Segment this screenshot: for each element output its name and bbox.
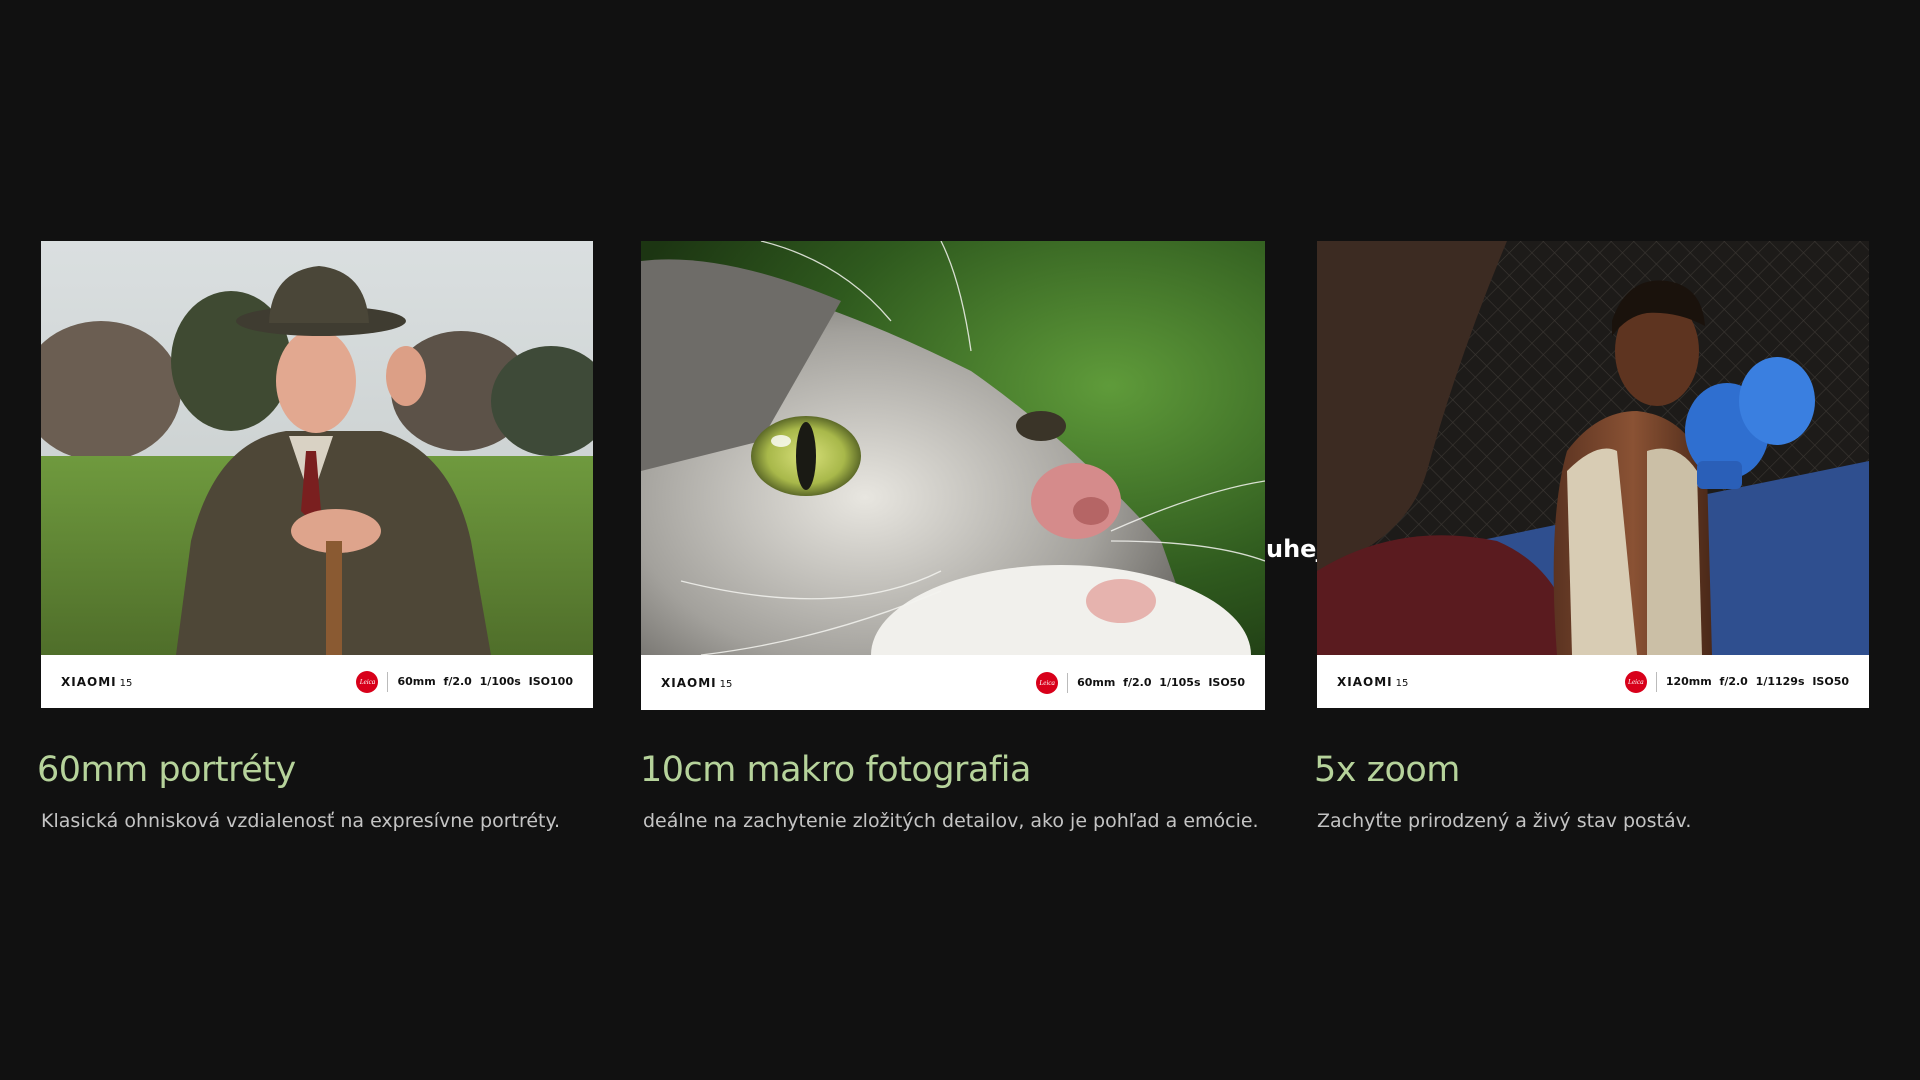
exif-divider (387, 671, 389, 692)
exif-divider (1655, 671, 1657, 692)
camera-brand: XIAOMI 15 (661, 675, 733, 690)
feature-heading-macro: 10cm makro fotografia (640, 750, 1031, 790)
feature-description-portrait: Klasická ohnisková vzdialenosť na expres… (41, 810, 561, 832)
camera-settings: 60mm f/2.0 1/105s ISO50 (1077, 676, 1245, 689)
leica-logo-icon: Leica (1624, 670, 1647, 693)
camera-settings: 60mm f/2.0 1/100s ISO100 (397, 675, 573, 688)
exif-divider (1067, 672, 1069, 693)
exif-bar: XIAOMI 15 Leica 60mm f/2.0 1/100s ISO100 (41, 655, 593, 708)
photo-card-zoom: XIAOMI 15 Leica 120mm f/2.0 1/1129s ISO50 (1317, 241, 1869, 708)
zoom-photo (1317, 241, 1869, 655)
leica-logo-icon: Leica (1036, 671, 1059, 694)
feature-heading-zoom: 5x zoom (1314, 750, 1460, 790)
leica-logo-icon: Leica (356, 670, 379, 693)
camera-brand: XIAOMI 15 (61, 674, 133, 689)
exif-bar: XIAOMI 15 Leica 120mm f/2.0 1/1129s ISO50 (1317, 655, 1869, 708)
macro-photo (641, 241, 1265, 655)
photo-card-portrait: XIAOMI 15 Leica 60mm f/2.0 1/100s ISO100 (41, 241, 593, 708)
next-slide-peek-text: uhej (1266, 535, 1325, 563)
camera-settings: 120mm f/2.0 1/1129s ISO50 (1665, 675, 1849, 688)
camera-brand: XIAOMI 15 (1337, 674, 1409, 689)
feature-heading-portrait: 60mm portréty (37, 750, 296, 790)
feature-description-macro: deálne na zachytenie zložitých detailov,… (643, 810, 1259, 832)
portrait-photo (41, 241, 593, 655)
feature-description-zoom: Zachyťte prirodzený a živý stav postáv. (1317, 810, 1692, 832)
exif-bar: XIAOMI 15 Leica 60mm f/2.0 1/105s ISO50 (641, 655, 1265, 710)
photo-card-macro: XIAOMI 15 Leica 60mm f/2.0 1/105s ISO50 (641, 241, 1265, 710)
